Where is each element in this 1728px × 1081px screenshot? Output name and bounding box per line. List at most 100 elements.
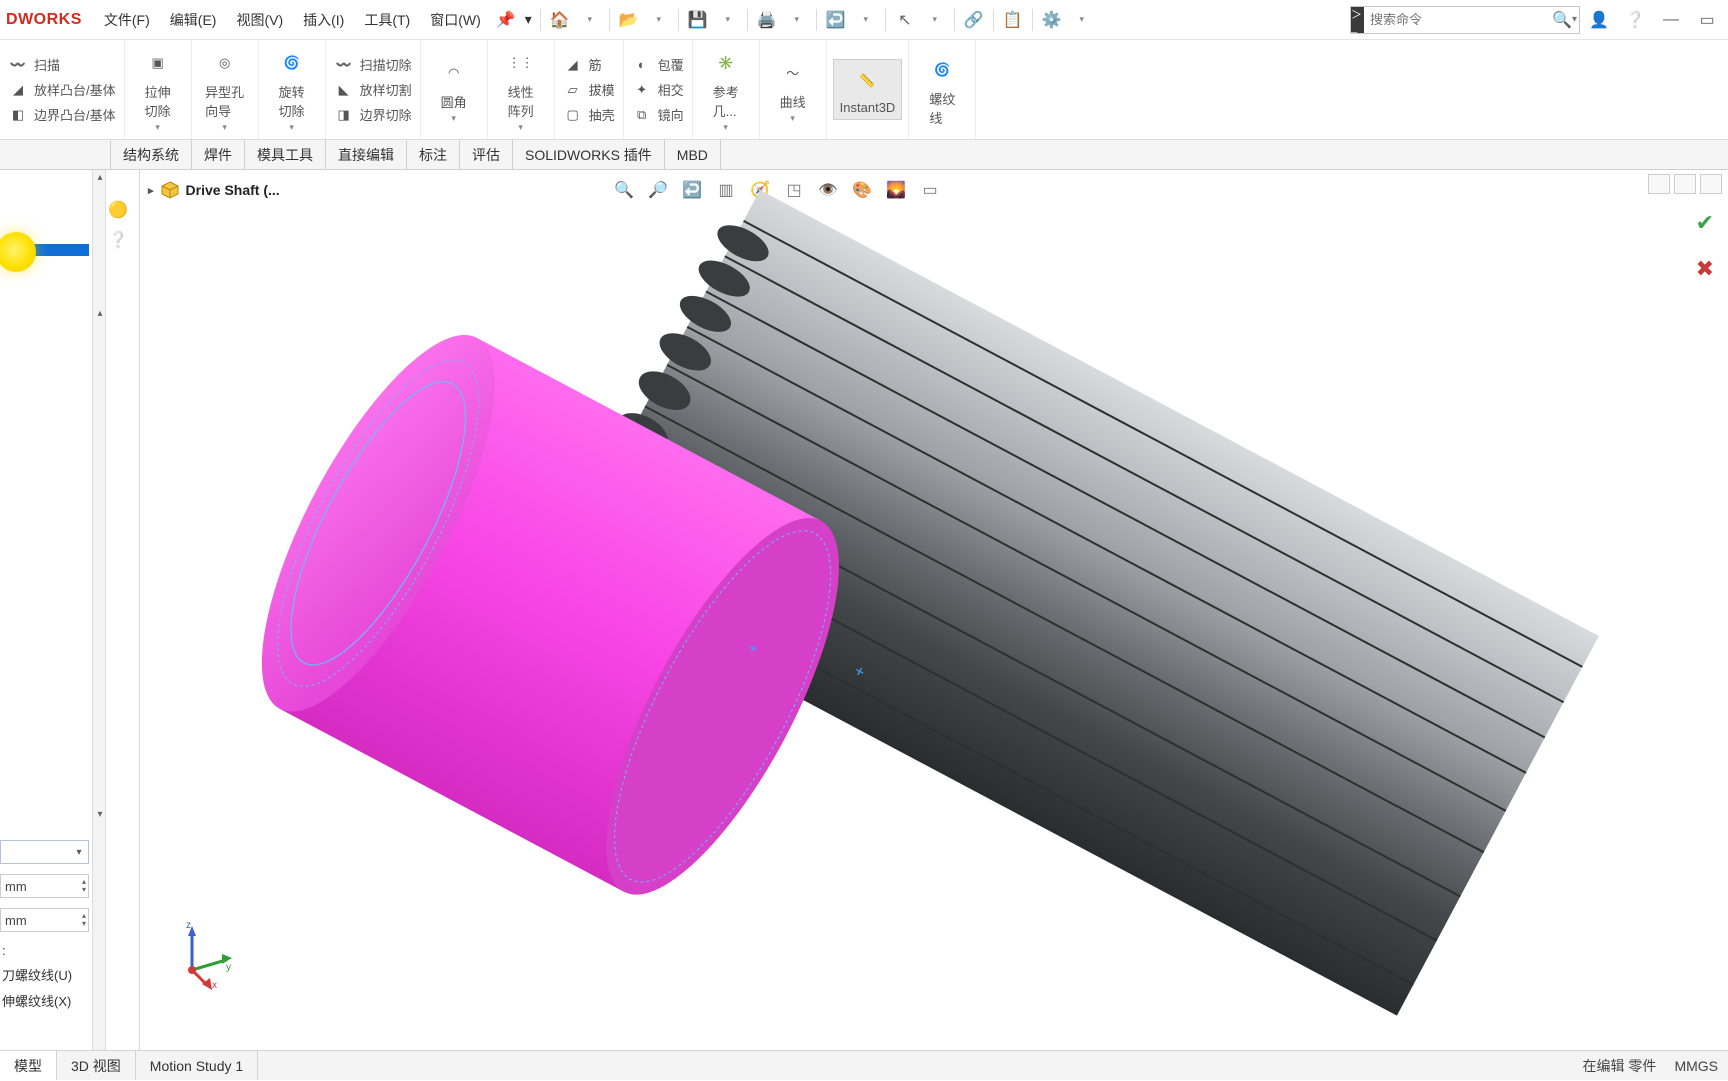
curves-icon: 〜 [776, 56, 810, 90]
pm-colon-label: : [0, 943, 6, 958]
linear-pattern-icon: ⋮⋮ [504, 46, 538, 80]
pm-tab-help-icon[interactable]: ❔ [106, 228, 130, 252]
bottom-tab-motion[interactable]: Motion Study 1 [136, 1051, 258, 1080]
scroll-up-icon[interactable]: ▴ [93, 172, 107, 183]
tab-addins[interactable]: SOLIDWORKS 插件 [513, 140, 665, 169]
gear-caret[interactable]: ▾ [1069, 7, 1095, 33]
home-caret[interactable]: ▾ [577, 7, 603, 33]
window-restore-icon[interactable]: ▭ [1690, 6, 1724, 34]
cmd-draft[interactable]: ▱拔模 [561, 79, 617, 101]
toolbar-separator [954, 9, 955, 31]
open-icon[interactable]: 📂 [616, 7, 642, 33]
cmd-shell[interactable]: ▢抽壳 [561, 104, 617, 126]
cmd-fillet[interactable]: ◠圆角▾ [427, 52, 481, 128]
window-minimize-icon[interactable]: — [1654, 6, 1688, 34]
rebuild-icon[interactable]: 🔗 [961, 7, 987, 33]
pm-opt-extend-thread[interactable]: 伸螺纹线(X) [0, 991, 71, 1010]
cmd-instant3d[interactable]: 📏Instant3D [833, 59, 903, 120]
toolbar-separator [678, 9, 679, 31]
help-icon[interactable]: ❔ [1618, 6, 1652, 34]
cmd-wrap[interactable]: ◐包覆 [630, 54, 686, 76]
menu-insert[interactable]: 插入(I) [293, 4, 354, 36]
scroll-marker-icon[interactable]: ▴ [93, 308, 107, 319]
menu-bar: DDWORKSWORKS 文件(F) 编辑(E) 视图(V) 插入(I) 工具(… [0, 0, 1728, 40]
cmd-thread[interactable]: 🌀螺纹 线 [915, 49, 969, 131]
tab-weldments[interactable]: 焊件 [192, 140, 245, 169]
cmd-sweep-cut[interactable]: 〰️扫描切除 [332, 54, 414, 76]
cmd-loft-cut[interactable]: ◣放样切割 [332, 79, 414, 101]
spinner-icon[interactable]: ▴▾ [82, 912, 86, 928]
cmd-curves[interactable]: 〜曲线▾ [766, 52, 820, 128]
menu-tools[interactable]: 工具(T) [354, 4, 420, 36]
save-caret[interactable]: ▾ [715, 7, 741, 33]
hole-wizard-icon: ◎ [208, 46, 242, 80]
spinner-icon[interactable]: ▴▾ [82, 878, 86, 894]
menu-more-caret[interactable]: ▾ [521, 11, 536, 28]
home-icon[interactable]: 🏠 [547, 7, 573, 33]
search-icon[interactable]: 🔍 [1552, 10, 1572, 30]
select-arrow-icon[interactable]: ↖ [892, 7, 918, 33]
menu-file[interactable]: 文件(F) [94, 4, 160, 36]
tab-annotate[interactable]: 标注 [407, 140, 460, 169]
tab-mbd[interactable]: MBD [665, 140, 721, 169]
select-caret[interactable]: ▾ [922, 7, 948, 33]
status-mode: 在编辑 零件 [1583, 1056, 1657, 1076]
sweep-cut-icon: 〰️ [334, 55, 354, 75]
menu-edit[interactable]: 编辑(E) [160, 4, 227, 36]
print-caret[interactable]: ▾ [784, 7, 810, 33]
save-icon[interactable]: 💾 [685, 7, 711, 33]
cmd-extrude-cut[interactable]: ▣拉伸 切除▾ [131, 42, 185, 137]
boundary-icon: ◧ [8, 105, 28, 125]
cmd-revolve-cut[interactable]: 🌀旋转 切除▾ [265, 42, 319, 137]
open-caret[interactable]: ▾ [646, 7, 672, 33]
ribbon-group-cuts: 〰️扫描切除 ◣放样切割 ◨边界切除 [326, 40, 421, 139]
print-icon[interactable]: 🖨️ [754, 7, 780, 33]
pm-num-2[interactable]: mm▴▾ [0, 908, 89, 932]
scroll-down-icon[interactable]: ▾ [93, 809, 107, 820]
wrap-icon: ◐ [632, 55, 652, 75]
search-input[interactable] [1364, 12, 1552, 27]
pm-tab-appearance-icon[interactable]: 🟡 [106, 198, 130, 222]
user-icon[interactable]: 👤 [1582, 6, 1616, 34]
toolbar-separator [747, 9, 748, 31]
bottom-tab-3dview[interactable]: 3D 视图 [57, 1051, 136, 1080]
search-caret[interactable]: ▾ [1572, 14, 1579, 25]
pm-opt-trim-thread[interactable]: 刀螺纹线(U) [0, 965, 72, 984]
cmd-boundary[interactable]: ◧边界凸台/基体 [6, 104, 118, 126]
options-list-icon[interactable]: 📋 [1000, 7, 1026, 33]
tab-structure[interactable]: 结构系统 [110, 140, 192, 169]
cmd-hole-wizard[interactable]: ◎异型孔 向导▾ [198, 42, 252, 137]
gear-icon[interactable]: ⚙️ [1039, 7, 1065, 33]
loft-icon: ◢ [8, 80, 28, 100]
tab-mold[interactable]: 模具工具 [245, 140, 326, 169]
cmd-mirror[interactable]: ⧉镜向 [630, 104, 686, 126]
pm-num-1[interactable]: mm▴▾ [0, 874, 89, 898]
undo-caret[interactable]: ▾ [853, 7, 879, 33]
bottom-tab-model[interactable]: 模型 [0, 1051, 57, 1080]
pin-icon[interactable]: 📌 [493, 7, 519, 33]
cmd-ref-geom[interactable]: ✳️参考 几...▾ [699, 42, 753, 137]
cmd-boundary-cut[interactable]: ◨边界切除 [332, 104, 414, 126]
tab-direct[interactable]: 直接编辑 [326, 140, 407, 169]
ribbon-group-feat2: ◐包覆 ✦相交 ⧉镜向 [624, 40, 693, 139]
chevron-down-icon: ▾ [70, 847, 88, 858]
status-units: MMGS [1674, 1058, 1718, 1074]
svg-text:x: x [212, 980, 217, 990]
menu-window[interactable]: 窗口(W) [420, 4, 491, 36]
orientation-triad[interactable]: z y x [164, 918, 236, 990]
cmd-intersect[interactable]: ✦相交 [630, 79, 686, 101]
cmd-loft[interactable]: ◢放样凸台/基体 [6, 79, 118, 101]
search-prefix-icon[interactable]: ＞_ [1351, 7, 1364, 33]
cmd-sweep[interactable]: 〰️扫描 [6, 54, 118, 76]
search-box[interactable]: ＞_ 🔍 ▾ [1350, 6, 1580, 34]
graphics-viewport[interactable]: ▸ Drive Shaft (... 🔍 🔎 ↩️ ▥ 🧭 ◳ 👁️ 🎨 🌄 ▭… [140, 170, 1728, 1050]
menu-view[interactable]: 视图(V) [226, 4, 293, 36]
bottom-tab-bar: 模型 3D 视图 Motion Study 1 在编辑 零件 MMGS [0, 1050, 1728, 1080]
panel-scrollbar[interactable]: ▴ ▴ ▾ [92, 170, 106, 1050]
cmd-rib[interactable]: ◢筋 [561, 54, 617, 76]
shell-icon: ▢ [563, 105, 583, 125]
cmd-linear-pattern[interactable]: ⋮⋮线性 阵列▾ [494, 42, 548, 137]
undo-icon[interactable]: ↩️ [823, 7, 849, 33]
tab-evaluate[interactable]: 评估 [460, 140, 513, 169]
pm-combo[interactable]: ▾ [0, 840, 89, 864]
